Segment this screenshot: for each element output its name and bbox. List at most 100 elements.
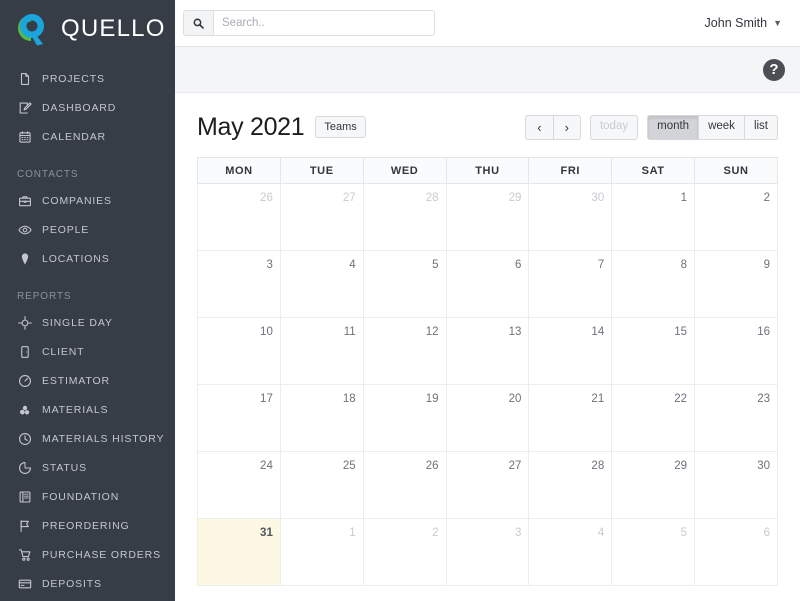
calendar-day-cell[interactable]: 13 (445, 317, 530, 385)
sidebar-item-people[interactable]: PEOPLE (0, 215, 175, 244)
sidebar-item-materials[interactable]: MATERIALS (0, 395, 175, 424)
calendar-day-cell[interactable]: 19 (362, 384, 447, 452)
calendar-day-number: 15 (674, 326, 688, 338)
calendar-day-cell[interactable]: 2 (694, 183, 778, 251)
sidebar-item-estimator[interactable]: ESTIMATOR (0, 366, 175, 395)
calendar-day-cell[interactable]: 21 (528, 384, 613, 452)
calendar-day-cell[interactable]: 11 (279, 317, 364, 385)
calendar-day-cell[interactable]: 20 (445, 384, 530, 452)
quello-logo-icon (12, 9, 52, 49)
calendar-day-cell[interactable]: 25 (279, 451, 364, 519)
sidebar-group-contacts: CONTACTS COMPANIES PEOPLE LOCATIONS (0, 151, 175, 273)
search-input[interactable] (213, 10, 435, 36)
calendar-day-cell[interactable]: 4 (528, 518, 613, 586)
calendar-day-cell[interactable]: 10 (197, 317, 281, 385)
calendar-day-number: 6 (763, 527, 770, 539)
calendar-day-cell[interactable]: 3 (197, 250, 281, 318)
calendar-day-number: 29 (508, 192, 522, 204)
book-open-icon (17, 489, 32, 504)
calendar-day-number: 8 (680, 259, 688, 271)
calendar-day-number: 7 (597, 259, 605, 271)
sidebar-item-purchase-orders[interactable]: PURCHASE ORDERS (0, 540, 175, 569)
prev-month-button[interactable]: ‹ (525, 114, 554, 140)
calendar-day-cell[interactable]: 27 (279, 183, 364, 251)
calendar-day-number: 2 (763, 192, 770, 204)
calendar-day-cell[interactable]: 22 (611, 384, 696, 452)
calendar-day-cell[interactable]: 6 (694, 518, 778, 586)
calendar-day-number: 1 (349, 527, 356, 539)
calendar-day-cell[interactable]: 6 (445, 250, 530, 318)
calendar-day-cell[interactable]: 16 (694, 317, 778, 385)
calendar-day-cell[interactable]: 30 (528, 183, 613, 251)
calendar-day-cell[interactable]: 28 (362, 183, 447, 251)
sidebar-item-foundation[interactable]: FOUNDATION (0, 482, 175, 511)
calendar-day-number: 6 (514, 259, 522, 271)
calendar-day-cell[interactable]: 17 (197, 384, 281, 452)
calendar-day-cell[interactable]: 2 (362, 518, 447, 586)
teams-button[interactable]: Teams (315, 116, 366, 138)
calendar-day-cell[interactable]: 27 (445, 451, 530, 519)
calendar-day-cell[interactable]: 18 (279, 384, 364, 452)
calendar-day-number: 14 (591, 326, 605, 338)
sidebar-item-companies[interactable]: COMPANIES (0, 186, 175, 215)
next-month-button[interactable]: › (553, 114, 581, 140)
calendar-day-cell[interactable]: 12 (362, 317, 447, 385)
calendar-day-cell[interactable]: 1 (279, 518, 364, 586)
view-button-month[interactable]: month (647, 114, 700, 140)
calendar-day-cell[interactable]: 3 (445, 518, 530, 586)
calendar-week-row: 26 27 28 29 30 1 2 (197, 183, 778, 251)
calendar-day-header-sat: SAT (611, 157, 696, 184)
sidebar-item-status[interactable]: STATUS (0, 453, 175, 482)
calendar-day-cell[interactable]: 5 (362, 250, 447, 318)
main-column: John Smith ▼ ? May 2021 Teams ‹ › today (175, 0, 800, 601)
calendar-day-cell[interactable]: 26 (362, 451, 447, 519)
sidebar-item-label: CLIENT (42, 345, 85, 358)
sidebar-item-materials-history[interactable]: MATERIALS HISTORY (0, 424, 175, 453)
search-button[interactable] (183, 10, 213, 36)
sidebar-item-preordering[interactable]: PREORDERING (0, 511, 175, 540)
calendar-day-cell[interactable]: 29 (445, 183, 530, 251)
sidebar-item-label: LOCATIONS (42, 252, 110, 265)
calendar-day-cell[interactable]: 4 (279, 250, 364, 318)
calendar-day-cell[interactable]: 29 (611, 451, 696, 519)
gauge-icon (17, 373, 32, 388)
calendar-day-cell[interactable]: 8 (611, 250, 696, 318)
sidebar-item-label: PREORDERING (42, 519, 130, 532)
sidebar-item-deposits[interactable]: DEPOSITS (0, 569, 175, 598)
brand[interactable]: QUELLO (0, 0, 175, 58)
calendar-day-cell[interactable]: 30 (694, 451, 778, 519)
calendar-day-cell[interactable]: 9 (694, 250, 778, 318)
sidebar-item-locations[interactable]: LOCATIONS (0, 244, 175, 273)
calendar-day-number: 24 (260, 460, 273, 472)
calendar-day-cell[interactable]: 24 (197, 451, 281, 519)
calendar-day-cell[interactable]: 5 (611, 518, 696, 586)
today-button[interactable]: today (589, 114, 639, 140)
sidebar-item-single-day[interactable]: SINGLE DAY (0, 308, 175, 337)
sidebar-item-label: PURCHASE ORDERS (42, 548, 161, 561)
calendar-day-cell[interactable]: 1 (611, 183, 696, 251)
calendar-day-cell[interactable]: 26 (197, 183, 281, 251)
calendar-day-cell[interactable]: 23 (694, 384, 778, 452)
calendar-day-cell[interactable]: 15 (611, 317, 696, 385)
calendar-panel: May 2021 Teams ‹ › today month week list M… (175, 93, 800, 601)
calendar-day-cell[interactable]: 14 (528, 317, 613, 385)
calendar-day-number: 22 (674, 393, 688, 405)
calendar-day-cell[interactable]: 28 (528, 451, 613, 519)
user-menu[interactable]: John Smith ▼ (705, 16, 782, 30)
view-button-week[interactable]: week (699, 114, 745, 140)
sidebar-item-calendar[interactable]: CALENDAR (0, 122, 175, 151)
calendar-week-row: 17 18 19 20 21 22 23 (197, 384, 778, 452)
help-circle-icon[interactable]: ? (763, 58, 785, 81)
calendar-nav-group: ‹ › (525, 114, 581, 140)
calendar-day-cell[interactable]: 7 (528, 250, 613, 318)
sidebar-item-dashboard[interactable]: DASHBOARD (0, 93, 175, 122)
eye-icon (17, 222, 32, 237)
calendar-day-number: 1 (680, 192, 688, 204)
view-button-list[interactable]: list (744, 114, 778, 140)
sidebar-section-label: CONTACTS (17, 169, 79, 180)
calendar-day-cell[interactable]: 31 (197, 518, 281, 586)
sidebar-item-projects[interactable]: PROJECTS (0, 64, 175, 93)
calendar-day-number: 3 (266, 259, 273, 271)
sidebar-item-client[interactable]: CLIENT (0, 337, 175, 366)
calendar-day-number: 5 (680, 527, 688, 539)
